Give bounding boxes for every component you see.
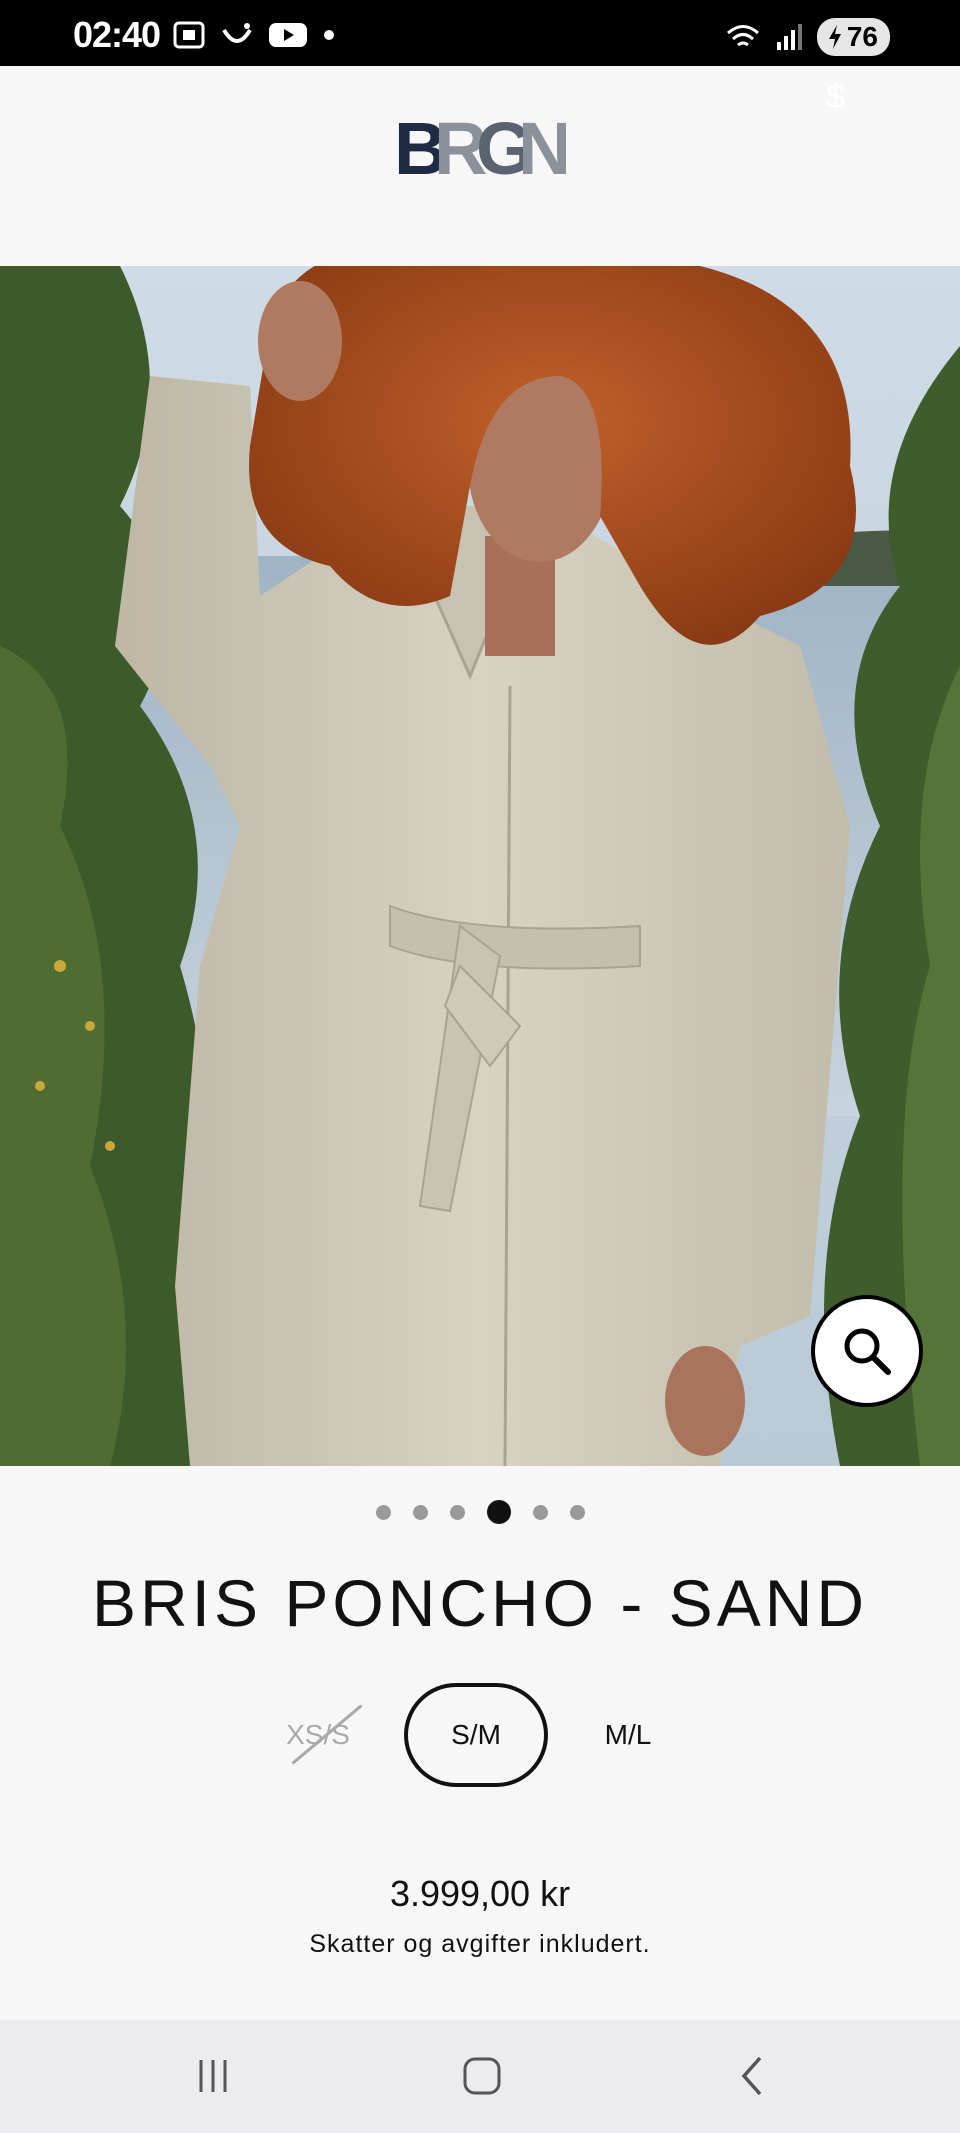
carousel-dot-active[interactable] (486, 1500, 511, 1524)
carousel-dot[interactable] (449, 1504, 465, 1520)
youtube-icon (269, 23, 307, 47)
size-option-m-l[interactable]: M/L (580, 1683, 676, 1787)
charging-icon (828, 25, 841, 49)
carousel-dots (0, 1497, 960, 1527)
back-button[interactable] (712, 2046, 792, 2106)
system-nav-bar (0, 2020, 960, 2133)
size-option-s-m[interactable]: S/M (404, 1683, 548, 1787)
size-selector: XS/S S/M M/L (0, 1683, 960, 1787)
size-option-xs-s[interactable]: XS/S (270, 1683, 366, 1787)
battery-indicator: 76 (816, 18, 890, 56)
status-notification-icons (172, 20, 336, 50)
dot-icon (324, 30, 334, 40)
status-time: 02:40 (73, 14, 161, 55)
product-title: BRIS PONCHO - SAND (91, 1566, 869, 1640)
svg-text:N: N (518, 112, 566, 182)
carousel-dot[interactable] (412, 1504, 428, 1520)
status-system-icons: 76 (725, 18, 890, 56)
size-label: M/L (604, 1719, 652, 1750)
size-label: S/M (451, 1719, 501, 1750)
cart-icon[interactable]: $ (826, 78, 845, 117)
back-icon (741, 2056, 762, 2096)
signal-icon (776, 24, 802, 50)
product-photo (0, 266, 960, 1466)
carousel-dot[interactable] (532, 1504, 548, 1520)
face-icon (222, 23, 252, 43)
battery-level: 76 (846, 21, 878, 52)
home-icon (463, 2057, 501, 2095)
home-button[interactable] (442, 2046, 522, 2106)
carousel-dot[interactable] (569, 1504, 585, 1520)
magnifier-icon (844, 1328, 891, 1375)
zoom-button[interactable] (811, 1295, 923, 1407)
tax-note: Skatter og avgifter inkludert. (309, 1930, 651, 1958)
recent-apps-icon (199, 2060, 227, 2092)
brand-logo[interactable]: B R G N (394, 112, 566, 182)
wifi-icon (726, 25, 759, 47)
recent-apps-button[interactable] (173, 2046, 253, 2106)
site-header: B R G N $ (0, 66, 960, 266)
status-bar: 02:40 76 (0, 0, 960, 66)
product-image[interactable] (0, 266, 960, 1466)
carousel-dot[interactable] (375, 1504, 391, 1520)
product-price: 3.999,00 kr (389, 1873, 571, 1914)
screenshot-icon (173, 21, 205, 49)
